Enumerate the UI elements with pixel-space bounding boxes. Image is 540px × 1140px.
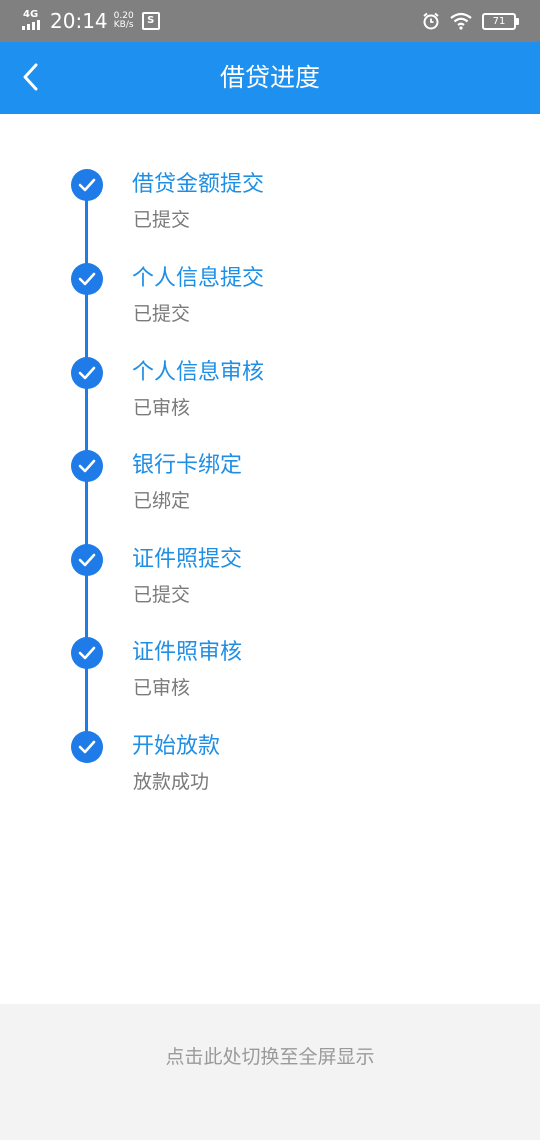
step-title: 证件照提交 bbox=[132, 547, 243, 572]
fullscreen-toggle-bar[interactable]: 点击此处切换至全屏显示 bbox=[0, 1004, 540, 1140]
step-title: 借贷金额提交 bbox=[132, 172, 265, 197]
step-status: 放款成功 bbox=[133, 771, 210, 793]
timeline-step: 证件照审核 已审核 bbox=[0, 582, 540, 699]
fullscreen-toggle-link[interactable]: 点击此处切换至全屏显示 bbox=[0, 1042, 540, 1069]
page-title: 借贷进度 bbox=[219, 63, 320, 92]
clock: 20:14 bbox=[50, 9, 108, 33]
timeline-step: 借贷金额提交 已提交 bbox=[0, 114, 540, 231]
check-circle-icon bbox=[71, 357, 103, 389]
battery-level: 71 bbox=[492, 15, 506, 27]
step-title: 个人信息提交 bbox=[132, 266, 265, 291]
step-title: 证件照审核 bbox=[132, 640, 243, 665]
app-notification-icon: S bbox=[141, 12, 160, 30]
battery-icon: 71 bbox=[482, 12, 519, 30]
timeline-step: 银行卡绑定 已绑定 bbox=[0, 395, 540, 512]
step-title: 个人信息审核 bbox=[132, 360, 265, 385]
check-circle-icon bbox=[71, 731, 103, 763]
alarm-icon bbox=[423, 12, 439, 30]
timeline-step: 证件照提交 已提交 bbox=[0, 489, 540, 606]
check-circle-icon bbox=[71, 263, 103, 295]
navigation-bar: 借贷进度 bbox=[0, 42, 540, 114]
check-circle-icon bbox=[71, 637, 103, 669]
step-title: 银行卡绑定 bbox=[132, 453, 243, 478]
step-title: 开始放款 bbox=[132, 734, 221, 759]
status-bar: 4G 20:14 0.20 KB/s S 71 bbox=[0, 0, 540, 42]
check-circle-icon bbox=[71, 544, 103, 576]
cellular-signal-icon: 4G bbox=[22, 10, 44, 32]
speed-unit: KB/s bbox=[113, 20, 134, 30]
network-speed: 0.20 KB/s bbox=[114, 12, 134, 30]
network-type: 4G bbox=[23, 9, 39, 20]
check-circle-icon bbox=[71, 169, 103, 201]
timeline-step: 个人信息审核 已审核 bbox=[0, 302, 540, 419]
loan-progress-timeline: 借贷金额提交 已提交 个人信息提交 已提交 个人信息审核 已审核 银行卡绑定 已… bbox=[0, 114, 540, 1004]
timeline-step: 开始放款 放款成功 bbox=[0, 676, 540, 793]
timeline-step: 个人信息提交 已提交 bbox=[0, 208, 540, 325]
check-circle-icon bbox=[71, 450, 103, 482]
wifi-icon bbox=[450, 12, 472, 30]
